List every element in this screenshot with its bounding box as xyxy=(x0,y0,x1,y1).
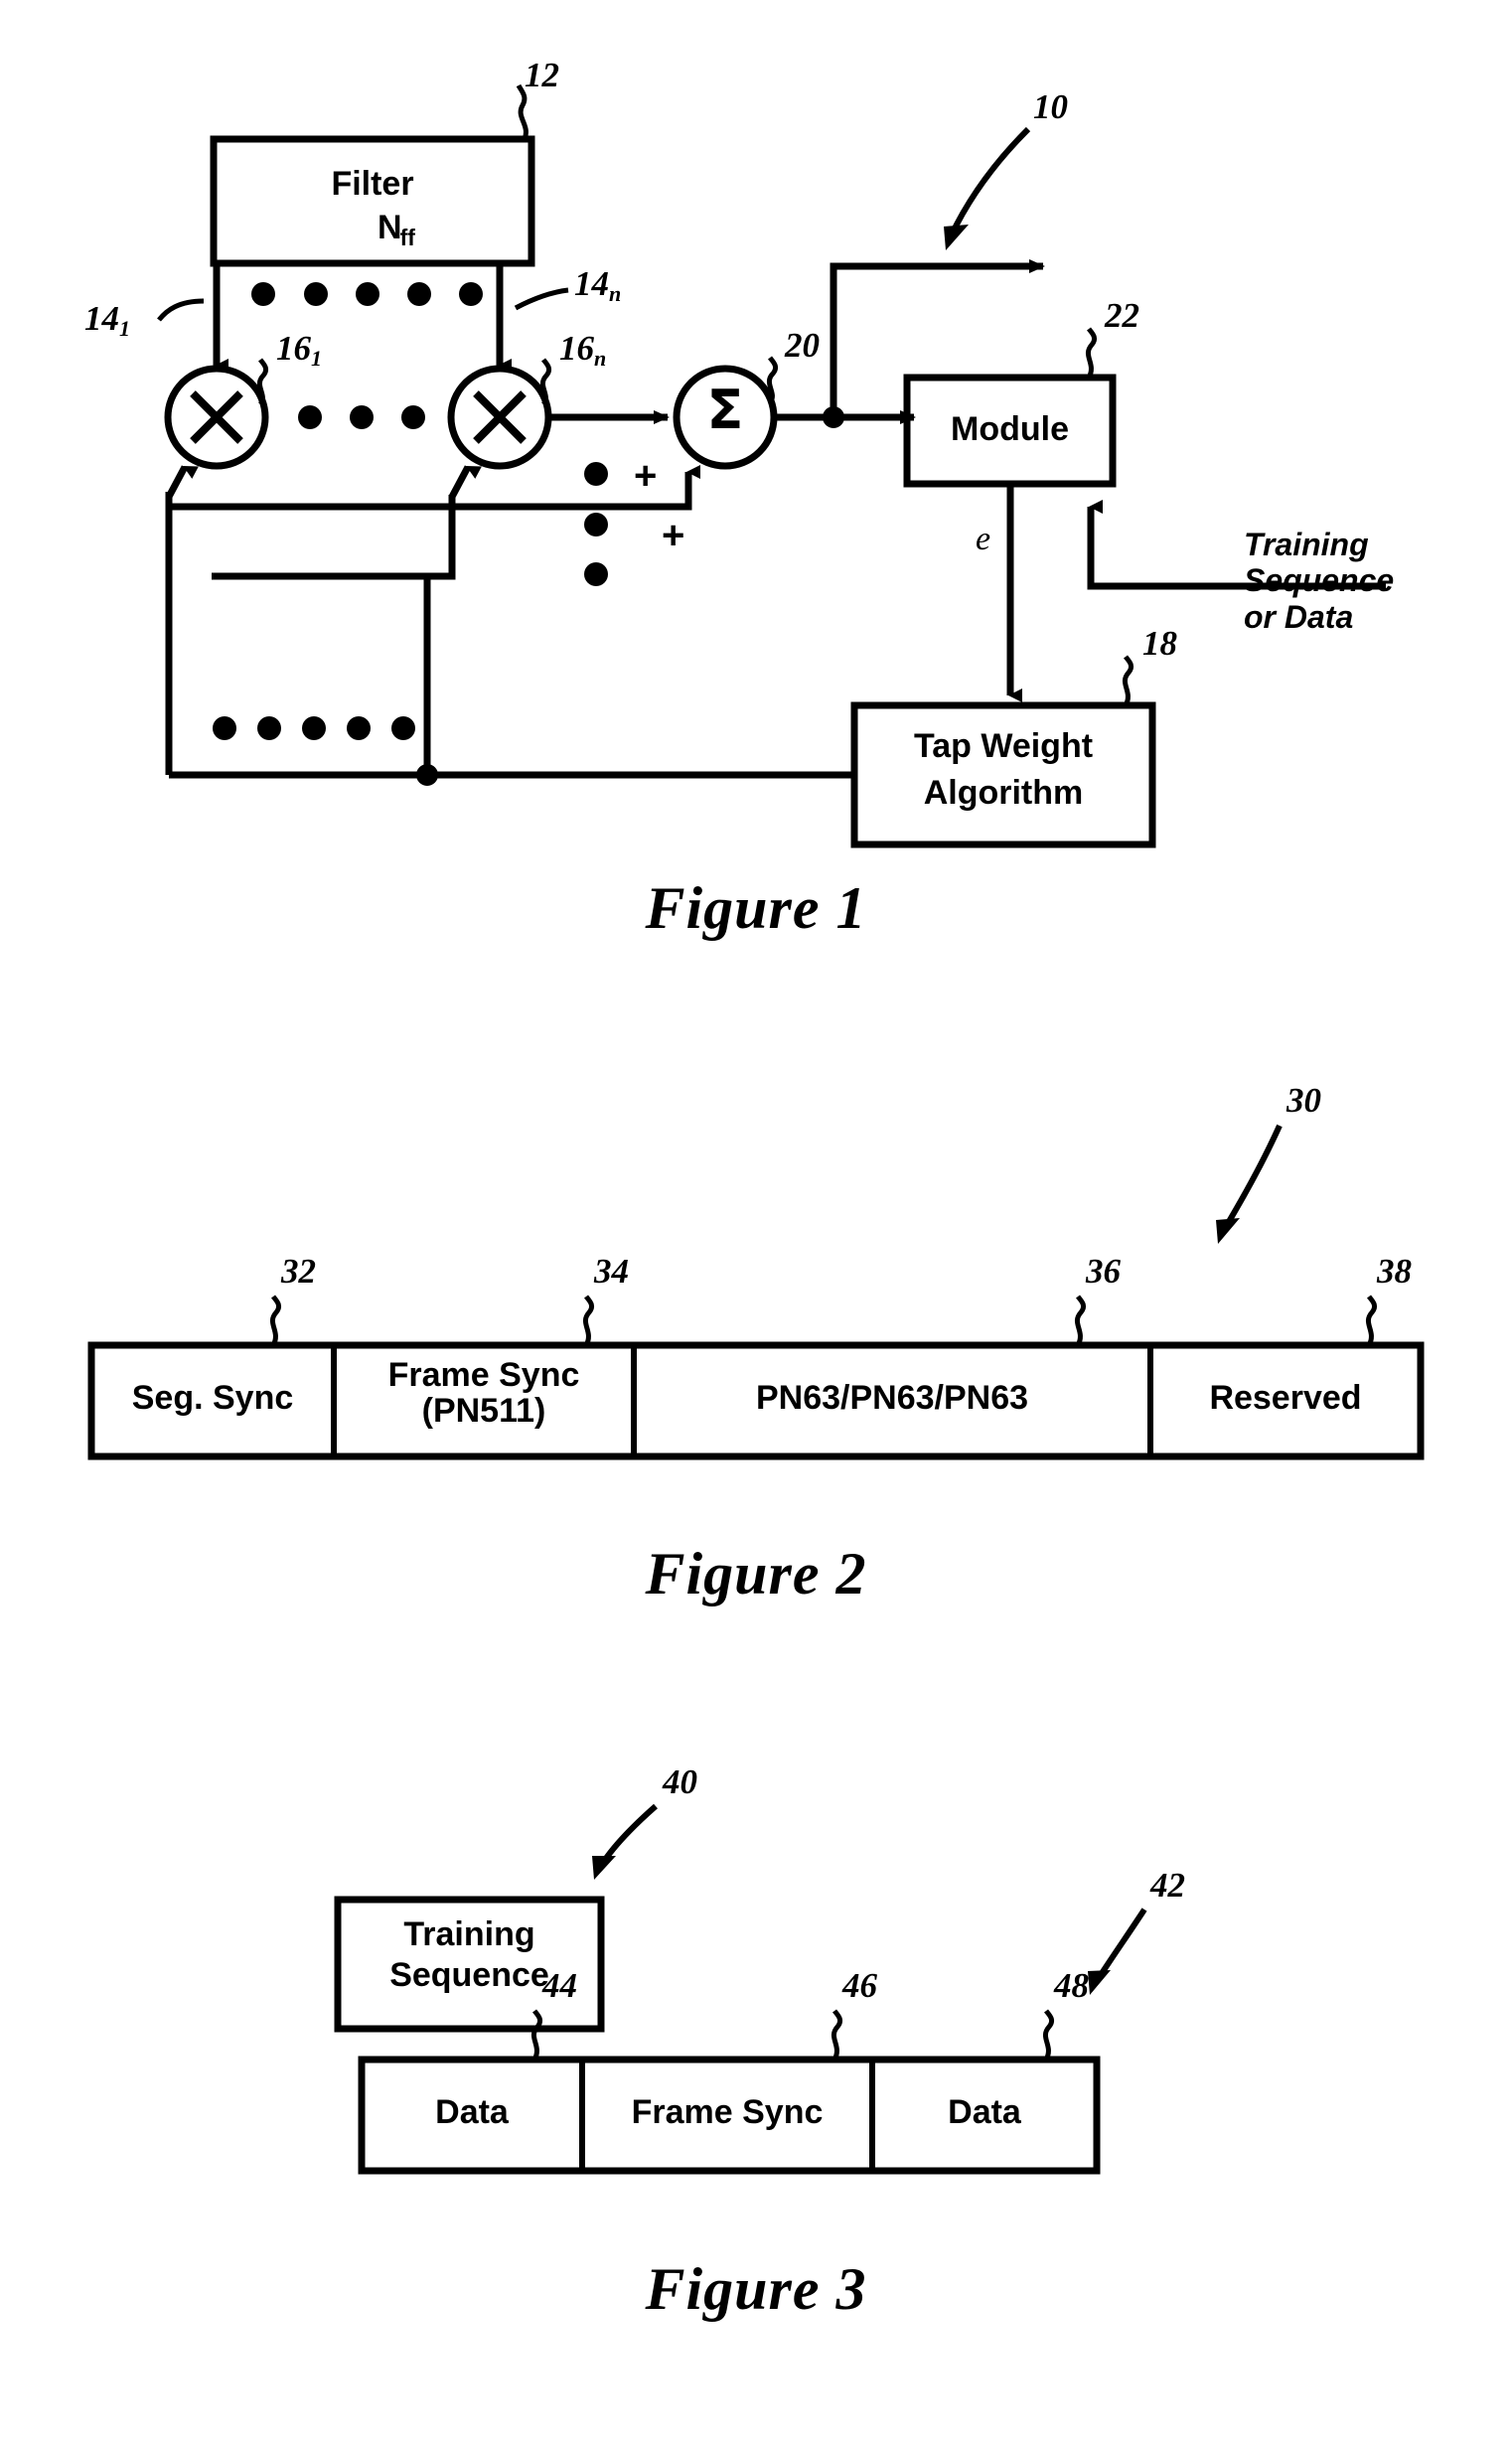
field-label-data-1: Data xyxy=(435,2093,509,2131)
figure-3-caption: Figure 3 xyxy=(645,2256,867,2322)
ref-14-n: 14n xyxy=(574,264,622,306)
ref-10: 10 xyxy=(1033,87,1068,126)
wire-tapweight-to-sum xyxy=(169,465,700,511)
lead-line-30 xyxy=(1221,1124,1283,1232)
multiplier-16-n-glyph xyxy=(473,390,527,444)
lead-line-42 xyxy=(1094,1908,1147,1983)
ellipsis-sum-inputs xyxy=(584,462,608,586)
lead-line-46 xyxy=(831,2009,842,2062)
weight-arrow-16-1 xyxy=(165,465,199,499)
arrowhead-40 xyxy=(592,1856,616,1880)
lead-line-16-1 xyxy=(256,358,268,406)
multiplier-16-1-glyph xyxy=(190,390,243,444)
arrowhead-30 xyxy=(1216,1218,1240,1244)
ellipsis-taps xyxy=(251,282,483,306)
training-sequence-label: Training Sequence or Data xyxy=(1244,527,1395,635)
lead-line-36 xyxy=(1074,1295,1086,1347)
arrowhead-42 xyxy=(1088,1970,1111,1995)
weight-arrow-16-n xyxy=(448,465,482,499)
filter-label-line1: Filter xyxy=(331,165,414,203)
field-label-data-2: Data xyxy=(948,2093,1021,2131)
figure-3: 40 42 Training Sequence 44 46 48 Data Fr… xyxy=(0,1689,1512,2446)
ref-14-n-sub: n xyxy=(609,281,622,306)
filter-label-nff-sub: ff xyxy=(399,225,415,250)
ref-40: 40 xyxy=(663,1762,697,1801)
field-label-frame-sync-3: Frame Sync xyxy=(631,2093,824,2131)
field-label-seg-sync: Seg. Sync xyxy=(131,1379,294,1417)
figure-2-caption: Figure 2 xyxy=(645,1541,867,1606)
lead-line-44 xyxy=(530,2009,542,2062)
field-label-frame-sync: Frame Sync (PN511) xyxy=(387,1356,580,1430)
ref-34: 34 xyxy=(594,1252,629,1291)
ref-30: 30 xyxy=(1286,1081,1321,1120)
figure-1-caption: Figure 1 xyxy=(645,875,867,941)
ref-16-1: 161 xyxy=(276,329,322,371)
figure-1-graphics xyxy=(157,83,1386,848)
lead-line-48 xyxy=(1042,2009,1054,2062)
ref-36: 36 xyxy=(1086,1252,1121,1291)
figure-2: 32 34 36 38 Seg. Sync Frame Sync (PN511)… xyxy=(0,1073,1512,1669)
field-label-pn63: PN63/PN63/PN63 xyxy=(755,1379,1029,1417)
summer-glyph: Σ xyxy=(706,379,744,441)
ref-32: 32 xyxy=(281,1252,316,1291)
lead-line-18 xyxy=(1122,655,1134,707)
lead-line-32 xyxy=(269,1295,281,1347)
ref-14-1-sub: 1 xyxy=(119,316,130,341)
lead-line-14-1 xyxy=(157,298,205,322)
lead-line-16-n xyxy=(539,358,551,406)
lead-line-14-n xyxy=(514,287,569,311)
ref-42: 42 xyxy=(1150,1866,1185,1905)
lead-line-38 xyxy=(1365,1295,1377,1347)
lead-line-22 xyxy=(1085,327,1097,380)
figure-1: Filter Nff 12 141 14n 161 16n 20 22 18 1… xyxy=(0,0,1512,994)
ellipsis-weight-bus xyxy=(213,716,415,740)
ref-12: 12 xyxy=(525,56,559,94)
ref-16-1-sub: 1 xyxy=(311,346,322,371)
plus-sign-1: + xyxy=(634,454,658,498)
module-label: Module xyxy=(951,410,1069,448)
filter-label-nff: Nff xyxy=(378,209,415,250)
ref-38: 38 xyxy=(1377,1252,1412,1291)
ref-16-n: 16n xyxy=(559,329,607,371)
figure-3-graphics xyxy=(334,1803,1147,2175)
ref-48: 48 xyxy=(1054,1966,1089,2005)
arrowhead-10 xyxy=(944,225,969,250)
ellipsis-multipliers xyxy=(298,405,425,429)
ref-22: 22 xyxy=(1105,296,1139,335)
wire-equalizer-output xyxy=(830,259,1045,417)
ref-44: 44 xyxy=(542,1966,577,2005)
patent-drawing-sheet: Filter Nff 12 141 14n 161 16n 20 22 18 1… xyxy=(0,0,1512,2446)
tapweight-label-line1: Tap Weight xyxy=(913,727,1094,765)
field-label-reserved: Reserved xyxy=(1209,1379,1362,1417)
ref-46: 46 xyxy=(842,1966,877,2005)
plus-sign-2: + xyxy=(662,514,685,557)
ref-14-1: 141 xyxy=(84,299,130,341)
ref-20: 20 xyxy=(785,326,820,365)
lead-line-34 xyxy=(582,1295,594,1347)
tapweight-label-line2: Algorithm xyxy=(923,774,1084,812)
lead-line-10 xyxy=(948,126,1031,238)
ref-18: 18 xyxy=(1142,624,1177,663)
ref-16-n-sub: n xyxy=(594,346,607,371)
error-signal-label: e xyxy=(976,521,991,557)
